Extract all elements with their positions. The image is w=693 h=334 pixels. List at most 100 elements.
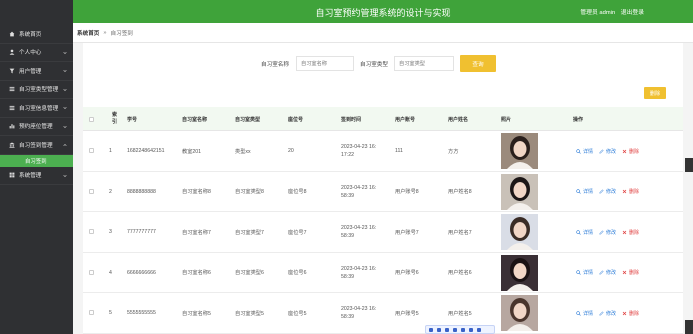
chevron-down-icon <box>63 106 67 110</box>
row-checkbox[interactable] <box>89 269 94 275</box>
search-icon <box>576 270 583 275</box>
sidebar-item-label: 系统管理 <box>19 173 42 180</box>
right-edge-tab-bottom[interactable] <box>685 320 693 334</box>
edit-button-label: 修改 <box>606 270 617 276</box>
sidebar-item-label: 系统首页 <box>19 31 42 38</box>
delete-button[interactable]: 删除 <box>622 188 639 195</box>
query-button[interactable]: 查询 <box>460 55 496 72</box>
header-actions: 操作 <box>573 116 584 123</box>
photo-thumbnail[interactable] <box>501 214 538 250</box>
photo-thumbnail[interactable] <box>501 295 538 331</box>
sidebar-item-label: 预约座位管理 <box>19 124 53 131</box>
room-type-input[interactable] <box>394 56 454 71</box>
table-row: 2 8888888888 自习室名称8 自习室类型8 座位号8 用户账号8 用户姓名8 202… <box>83 172 683 212</box>
view-button[interactable]: 详情 <box>576 188 593 195</box>
photo-thumbnail[interactable] <box>501 133 538 169</box>
chevron-down-icon <box>63 88 67 92</box>
batch-delete-button[interactable]: 删除 <box>644 87 666 99</box>
grid-icon <box>9 172 15 178</box>
edit-button[interactable]: 修改 <box>599 269 616 276</box>
row-checkbox[interactable] <box>89 229 94 234</box>
sidebar-item[interactable]: 个人中心 <box>0 44 73 62</box>
header-user-name: 用户姓名 <box>448 116 469 123</box>
sidebar-item[interactable]: 预约座位管理 <box>0 118 73 136</box>
toolbar-dot-icon[interactable] <box>453 327 457 332</box>
cell-user-name: 方方 <box>448 148 459 155</box>
sign-time: 58:39 <box>341 273 354 280</box>
sign-time: 58:39 <box>341 233 354 239</box>
toolbar-dot-icon[interactable] <box>429 327 433 332</box>
content-card: 自习室名称 自习室类型 查询 删除 索引 学号 自习室名称 自习室类型 座位号 … <box>83 43 683 334</box>
view-button[interactable]: 详情 <box>576 229 593 236</box>
sidebar-item[interactable]: 系统管理 <box>0 167 73 185</box>
row-checkbox[interactable] <box>89 148 94 153</box>
floating-toolbar[interactable] <box>425 325 495 334</box>
app-root: 系统首页 个人中心 用户管理 自习室类型管理 自习室信息管理 预约座位管理 自习签到管理 自习… <box>0 0 693 334</box>
right-edge-tab[interactable] <box>685 158 693 172</box>
edit-button[interactable]: 修改 <box>599 148 616 155</box>
cell-seat-no: 座位号6 <box>288 270 307 276</box>
user-icon <box>9 49 15 55</box>
cell-student-no: 7777777777 <box>127 229 156 235</box>
delete-button[interactable]: 删除 <box>622 229 639 236</box>
table-row: 1 1682248642151 教室201 类型xx 20 111 方方 2023-04-23… <box>83 131 683 172</box>
delete-button[interactable]: 删除 <box>622 310 639 317</box>
user-label: 管理员 admin <box>580 10 616 16</box>
view-button[interactable]: 详情 <box>576 148 593 155</box>
header-seat-no: 座位号 <box>288 116 304 123</box>
edit-button[interactable]: 修改 <box>599 310 616 317</box>
chevron-down-icon <box>63 125 67 129</box>
toolbar-dot-icon[interactable] <box>437 327 441 332</box>
header-sign-time: 签到时间 <box>341 116 362 123</box>
sidebar-item[interactable]: 用户管理 <box>0 62 73 81</box>
room-name-input[interactable] <box>296 56 354 71</box>
edit-button-label: 修改 <box>606 189 617 195</box>
table-row: 5 5555555555 自习室名称5 自习室类型5 座位号5 用户账号5 用户姓名5 202… <box>83 293 683 334</box>
toolbar-dot-icon[interactable] <box>461 327 465 332</box>
row-checkbox[interactable] <box>89 188 94 194</box>
breadcrumb-home[interactable]: 系统首页 <box>77 29 99 37</box>
header-room-name: 自习室名称 <box>182 116 208 123</box>
edit-button[interactable]: 修改 <box>599 188 616 195</box>
edit-button[interactable]: 修改 <box>599 229 616 236</box>
breadcrumb-separator: » <box>103 29 107 36</box>
delete-button-label: 删除 <box>629 148 640 155</box>
sign-date: 2023-04-23 16: <box>341 306 377 312</box>
toolbar-dot-icon[interactable] <box>469 327 473 332</box>
cell-user-account: 用户账号5 <box>395 310 419 317</box>
toolbar-dot-icon[interactable] <box>477 327 481 332</box>
table-header: 索引 学号 自习室名称 自习室类型 座位号 签到时间 用户账号 用户姓名 照片 … <box>83 107 683 131</box>
select-all-checkbox[interactable] <box>89 117 94 122</box>
header-user-account: 用户账号 <box>395 116 416 123</box>
toolbar-dot-icon[interactable] <box>445 327 449 332</box>
cell-user-name: 用户姓名8 <box>448 189 472 195</box>
cell-sign-time: 2023-04-23 16: 58:39 <box>341 253 376 293</box>
sidebar-item[interactable]: 系统首页 <box>0 25 73 44</box>
photo-thumbnail[interactable] <box>501 173 538 210</box>
header-index-label: 索引 <box>112 112 118 125</box>
row-actions: 详情 修改 删除 <box>576 172 645 212</box>
view-button-label: 详情 <box>583 189 594 195</box>
breadcrumb: 系统首页 » 自习签到 <box>73 23 693 43</box>
sidebar-item-label: 自习室类型管理 <box>19 87 59 94</box>
cell-sign-time: 2023-04-23 16: 58:39 <box>341 293 376 333</box>
search-icon <box>576 189 583 194</box>
data-table: 索引 学号 自习室名称 自习室类型 座位号 签到时间 用户账号 用户姓名 照片 … <box>83 107 683 334</box>
view-button[interactable]: 详情 <box>576 269 593 276</box>
sidebar-item[interactable]: 自习室信息管理 <box>0 99 73 118</box>
cell-user-account: 111 <box>395 148 403 154</box>
row-checkbox[interactable] <box>89 310 94 315</box>
view-button[interactable]: 详情 <box>576 310 593 317</box>
cell-seat-no: 座位号7 <box>288 229 307 236</box>
edit-icon <box>599 148 606 154</box>
logout-link[interactable]: 退出登录 <box>621 10 644 16</box>
sidebar-item[interactable]: 自习签到管理 <box>0 136 73 155</box>
photo-thumbnail[interactable] <box>501 254 538 291</box>
sidebar-item[interactable]: 自习室类型管理 <box>0 81 73 99</box>
cell-student-no: 8888888888 <box>127 188 156 195</box>
delete-button[interactable]: 删除 <box>622 148 639 155</box>
row-actions: 详情 修改 删除 <box>576 131 645 171</box>
delete-button[interactable]: 删除 <box>622 269 639 276</box>
sidebar-subitem-active[interactable]: 自习签到 <box>0 154 73 167</box>
delete-button-label: 删除 <box>629 189 640 195</box>
